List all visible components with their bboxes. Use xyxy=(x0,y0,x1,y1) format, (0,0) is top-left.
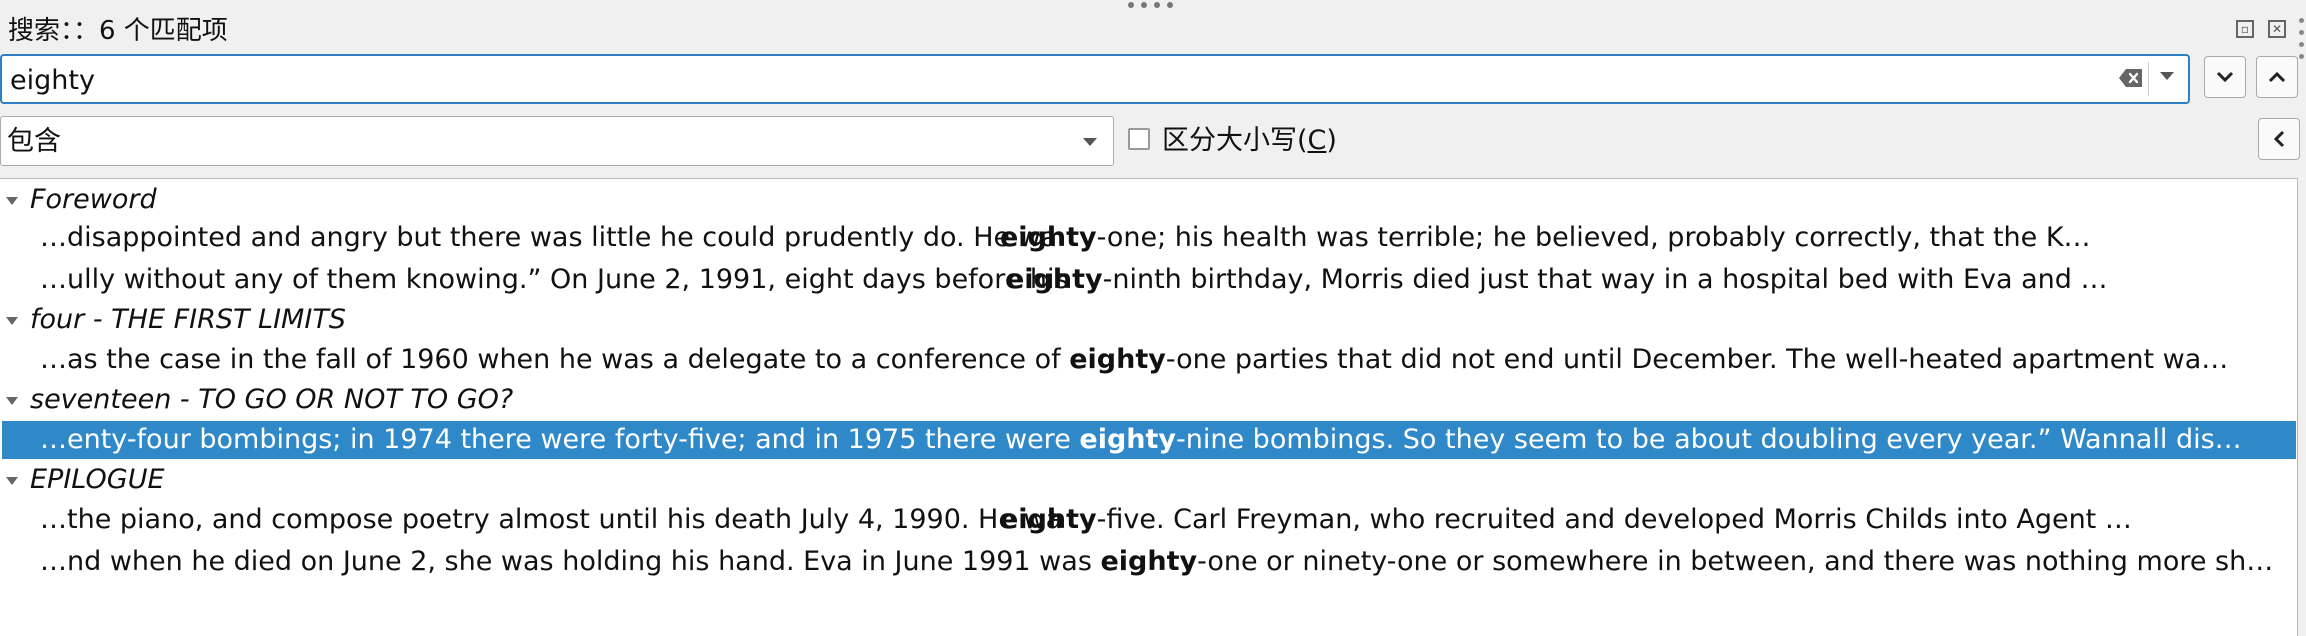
match-term: eighty xyxy=(1069,344,1166,375)
float-panel-icon[interactable]: ▫ xyxy=(2236,20,2254,38)
search-input[interactable] xyxy=(8,58,2102,102)
result-match[interactable]: …ully without any of them knowing.” On J… xyxy=(2,261,2296,299)
match-context-before: …the piano, and compose poetry almost un… xyxy=(40,504,1063,535)
collapse-panel-button[interactable] xyxy=(2258,118,2300,160)
case-sensitive-label[interactable]: 区分大小写(C) xyxy=(1162,124,1337,158)
result-group-four-the-first-limits[interactable]: four - THE FIRST LIMITS xyxy=(0,301,2297,339)
result-group-title: EPILOGUE xyxy=(30,464,165,495)
expand-arrow-icon[interactable] xyxy=(6,477,18,485)
match-term: eighty xyxy=(1100,546,1198,577)
match-term: eighty xyxy=(1000,504,1097,535)
match-context-after: -nine bombings. So they seem to be about… xyxy=(1176,424,2242,455)
dropdown-separator xyxy=(2148,62,2149,96)
expand-arrow-icon[interactable] xyxy=(6,397,18,405)
match-context-before: …nd when he died on June 2, she was hold… xyxy=(40,545,2273,579)
case-label-suffix: ) xyxy=(1326,125,1337,156)
case-sensitive-checkbox[interactable] xyxy=(1128,128,1150,150)
match-context-after: -ninth birthday, Morris died just that w… xyxy=(1102,264,2108,295)
match-context-rest: eighty-ninth birthday, Morris died just … xyxy=(1006,263,2108,297)
search-results-list[interactable]: Foreword …disappointed and angry but the… xyxy=(0,178,2298,636)
result-match[interactable]: …the piano, and compose poetry almost un… xyxy=(2,501,2296,539)
close-panel-icon[interactable]: ✕ xyxy=(2268,20,2286,38)
search-history-dropdown-icon[interactable] xyxy=(2160,72,2174,80)
match-term: eighty xyxy=(1000,222,1097,253)
match-mode-select[interactable]: 包含 xyxy=(0,116,1114,166)
expand-arrow-icon[interactable] xyxy=(6,197,18,205)
result-match[interactable]: …nd when he died on June 2, she was hold… xyxy=(2,543,2296,581)
result-group-title: seventeen - TO GO OR NOT TO GO? xyxy=(30,384,514,415)
case-label-text: 区分大小写( xyxy=(1162,125,1308,156)
match-context-after: -one; his health was terrible; he believ… xyxy=(1096,222,2091,253)
match-term: eighty xyxy=(1079,424,1177,455)
chevron-down-icon xyxy=(2216,71,2234,83)
match-context-rest: eighty-five. Carl Freyman, who recruited… xyxy=(1000,503,2132,537)
chevron-up-icon xyxy=(2268,71,2286,83)
expand-arrow-icon[interactable] xyxy=(6,317,18,325)
match-context-before: …ully without any of them knowing.” On J… xyxy=(40,264,1069,295)
match-context-after: -five. Carl Freyman, who recruited and d… xyxy=(1096,504,2132,535)
chevron-left-icon xyxy=(2273,130,2285,148)
result-match-selected[interactable]: …enty-four bombings; in 1974 there were … xyxy=(2,421,2296,459)
match-context-after: -one or ninety-one or somewhere in betwe… xyxy=(1197,546,2274,577)
panel-title: 搜索：：6 个匹配项 xyxy=(8,16,228,46)
search-field[interactable] xyxy=(0,54,2190,104)
result-match[interactable]: …disappointed and angry but there was li… xyxy=(2,219,2296,257)
previous-match-button[interactable] xyxy=(2256,56,2298,98)
result-group-epilogue[interactable]: EPILOGUE xyxy=(0,461,2297,499)
match-context-before-text: …nd when he died on June 2, she was hold… xyxy=(40,546,1101,577)
match-context-before-text: …as the case in the fall of 1960 when he… xyxy=(40,344,1070,375)
case-label-accesskey: C xyxy=(1307,125,1327,156)
clear-search-icon[interactable] xyxy=(2118,67,2144,89)
panel-side-handle[interactable] xyxy=(2299,18,2304,59)
match-context-rest: eighty-one; his health was terrible; he … xyxy=(1000,221,2091,255)
match-context-before: …as the case in the fall of 1960 when he… xyxy=(40,343,2228,377)
match-context-after: -one parties that did not end until Dece… xyxy=(1165,344,2229,375)
match-context-before: …enty-four bombings; in 1974 there were … xyxy=(40,423,2242,457)
match-context-before: …disappointed and angry but there was li… xyxy=(40,222,1058,253)
chevron-down-icon xyxy=(1083,138,1097,146)
result-match[interactable]: …as the case in the fall of 1960 when he… xyxy=(2,341,2296,379)
next-match-button[interactable] xyxy=(2204,56,2246,98)
result-group-seventeen-to-go-or-not-to-go[interactable]: seventeen - TO GO OR NOT TO GO? xyxy=(0,381,2297,419)
match-term: eighty xyxy=(1006,264,1103,295)
result-group-foreword[interactable]: Foreword xyxy=(0,181,2297,219)
result-group-title: Foreword xyxy=(30,184,157,215)
result-group-title: four - THE FIRST LIMITS xyxy=(30,304,346,335)
panel-drag-handle[interactable] xyxy=(1128,2,1173,8)
match-context-before-text: …enty-four bombings; in 1974 there were … xyxy=(40,424,1080,455)
match-mode-value: 包含 xyxy=(7,126,61,157)
